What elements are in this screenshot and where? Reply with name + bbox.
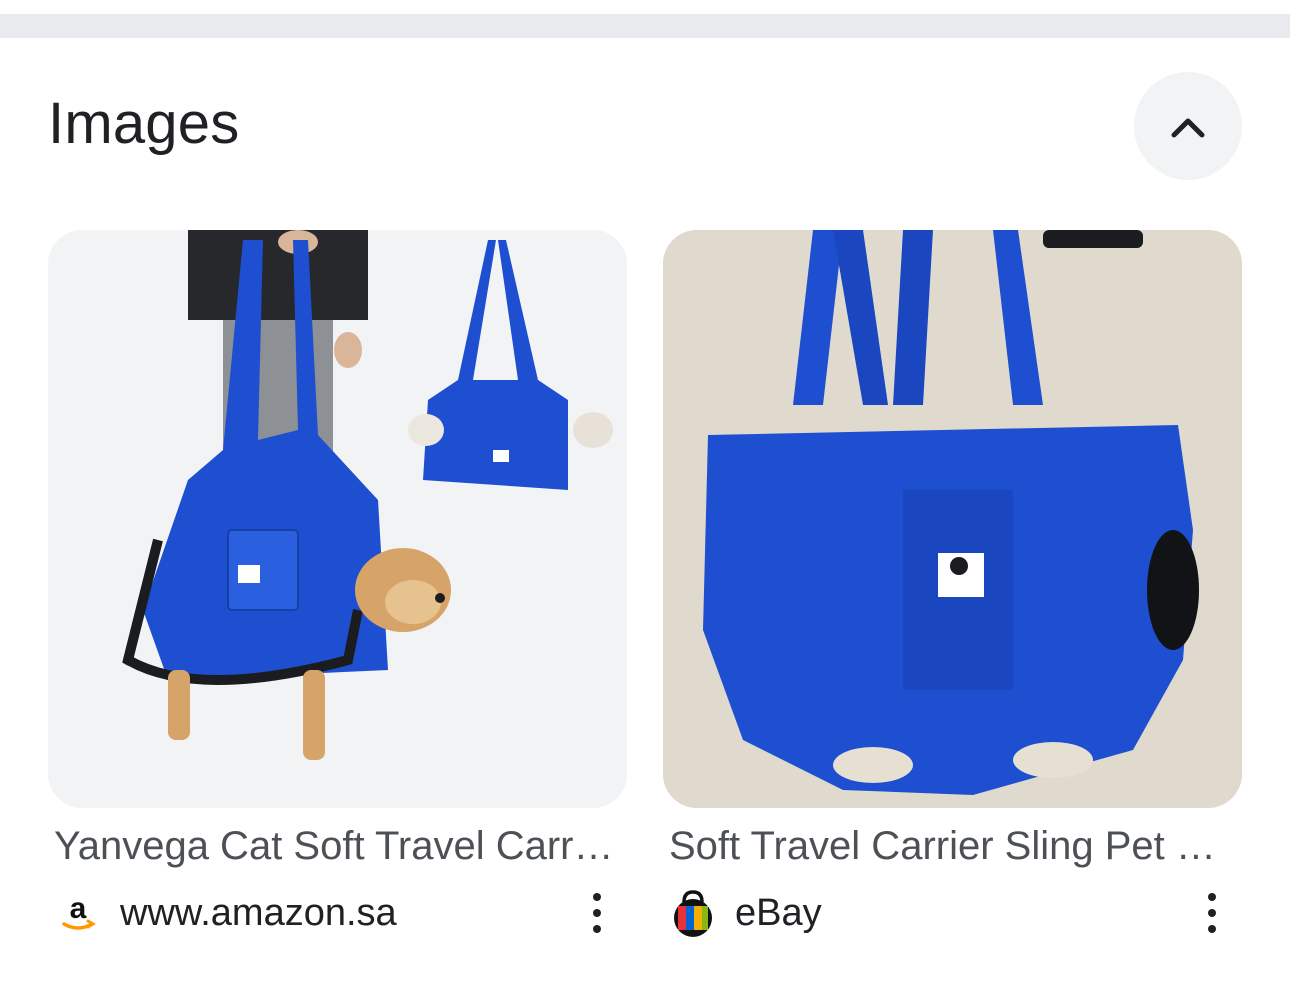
- amazon-logo-icon: a: [52, 887, 104, 939]
- ebay-bag-icon: [667, 887, 719, 939]
- result-thumbnail[interactable]: [48, 230, 627, 808]
- collapse-button[interactable]: [1134, 72, 1242, 180]
- source-name: eBay: [735, 891, 822, 934]
- top-divider: [0, 14, 1290, 38]
- source-name: www.amazon.sa: [120, 891, 397, 934]
- section-title: Images: [48, 91, 240, 156]
- result-title[interactable]: Yanvega Cat Soft Travel Carrier Sling Pe…: [54, 824, 616, 869]
- more-options-button[interactable]: [585, 893, 609, 933]
- result-thumbnail[interactable]: [663, 230, 1242, 808]
- more-vert-icon: [1208, 893, 1216, 901]
- result-source[interactable]: eBay: [663, 885, 1242, 941]
- more-vert-icon: [593, 893, 601, 901]
- result-source[interactable]: a www.amazon.sa: [48, 885, 627, 941]
- svg-text:a: a: [70, 892, 87, 925]
- result-title[interactable]: Soft Travel Carrier Sling Pet Bag: [669, 824, 1231, 869]
- chevron-up-icon: [1171, 118, 1205, 138]
- more-options-button[interactable]: [1200, 893, 1224, 933]
- image-result-card[interactable]: Soft Travel Carrier Sling Pet Bag eBay: [663, 230, 1242, 941]
- image-result-card[interactable]: Yanvega Cat Soft Travel Carrier Sling Pe…: [48, 230, 627, 941]
